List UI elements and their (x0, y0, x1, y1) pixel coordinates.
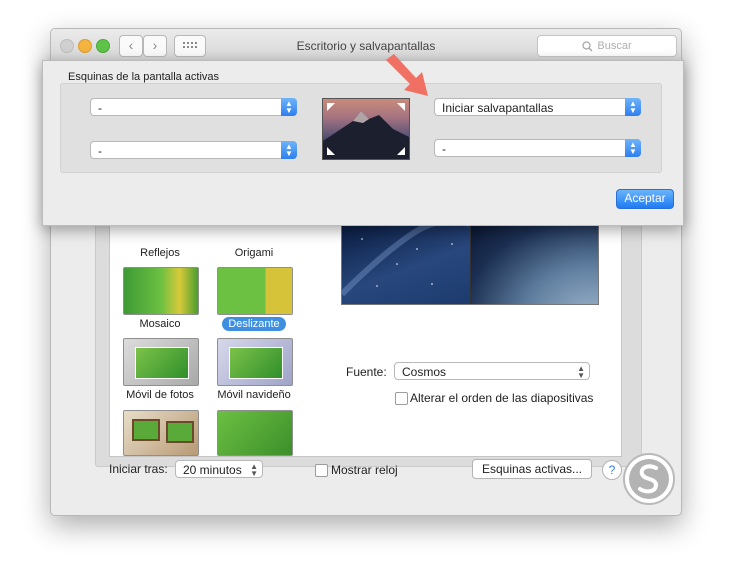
thumbnail-movil-navideno[interactable] (217, 338, 293, 386)
bottom-left-corner-value: - (98, 144, 102, 158)
sheet-title: Esquinas de la pantalla activas (68, 71, 220, 83)
search-placeholder: Buscar (597, 40, 632, 52)
top-left-corner-value: - (98, 101, 102, 115)
thumbnail-movil-de-fotos[interactable] (123, 338, 199, 386)
bottom-right-corner-value: - (442, 142, 446, 156)
updown-icon: ▲ ▼ (250, 462, 258, 478)
search-input[interactable]: Buscar (537, 35, 677, 57)
top-right-corner-value: Iniciar salvapantallas (442, 101, 554, 115)
updown-icon: ▲ ▼ (281, 141, 297, 159)
shuffle-label: Alterar el orden de las diapositivas (410, 391, 594, 405)
show-clock-label: Mostrar reloj (331, 463, 398, 477)
show-clock-checkbox[interactable] (315, 464, 328, 477)
source-value: Cosmos (402, 365, 447, 379)
thumbnail-mosaico[interactable] (123, 267, 199, 315)
earth-image (470, 224, 598, 304)
thumbnail-deslizante[interactable] (217, 267, 293, 315)
search-icon (582, 40, 593, 51)
label-deslizante: Deslizante (199, 317, 309, 331)
start-after-label: Iniciar tras: (109, 462, 168, 476)
label-origami: Origami (234, 247, 274, 259)
help-button[interactable]: ? (602, 460, 622, 480)
screensaver-preview (341, 223, 599, 305)
galaxy-image (342, 224, 470, 297)
shuffle-checkbox[interactable] (395, 392, 408, 405)
thumbnail-tarjetas[interactable] (217, 410, 293, 456)
hot-corners-button[interactable]: Esquinas activas... (472, 459, 592, 479)
updown-icon: ▲ ▼ (577, 364, 585, 380)
mountain-image (323, 103, 409, 159)
source-popup[interactable]: Cosmos ▲ ▼ (394, 362, 590, 380)
arrow-icon (386, 54, 428, 96)
accept-button[interactable]: Aceptar (616, 189, 674, 209)
thumbnail-galeria[interactable] (123, 410, 199, 456)
updown-icon: ▲ ▼ (625, 98, 641, 116)
bottom-right-corner-popup[interactable]: - ▲ ▼ (434, 139, 641, 157)
brand-logo (623, 453, 675, 505)
start-after-popup[interactable]: 20 minutos ▲ ▼ (175, 460, 263, 478)
source-label: Fuente: (346, 365, 387, 379)
desktop-corners-preview (322, 98, 410, 160)
title-bar: ‹ › Escritorio y salvapantallas Buscar (51, 29, 681, 64)
top-left-corner-popup[interactable]: - ▲ ▼ (90, 98, 297, 116)
hot-corners-sheet: Esquinas de la pantalla activas - ▲ ▼ - ▲… (42, 60, 684, 226)
bottom-left-corner-popup[interactable]: - ▲ ▼ (90, 141, 297, 159)
updown-icon: ▲ ▼ (625, 139, 641, 157)
start-after-value: 20 minutos (183, 463, 242, 477)
label-movil-navideno: Móvil navideño (217, 389, 291, 401)
top-right-corner-popup[interactable]: Iniciar salvapantallas ▲ ▼ (434, 98, 641, 116)
updown-icon: ▲ ▼ (281, 98, 297, 116)
